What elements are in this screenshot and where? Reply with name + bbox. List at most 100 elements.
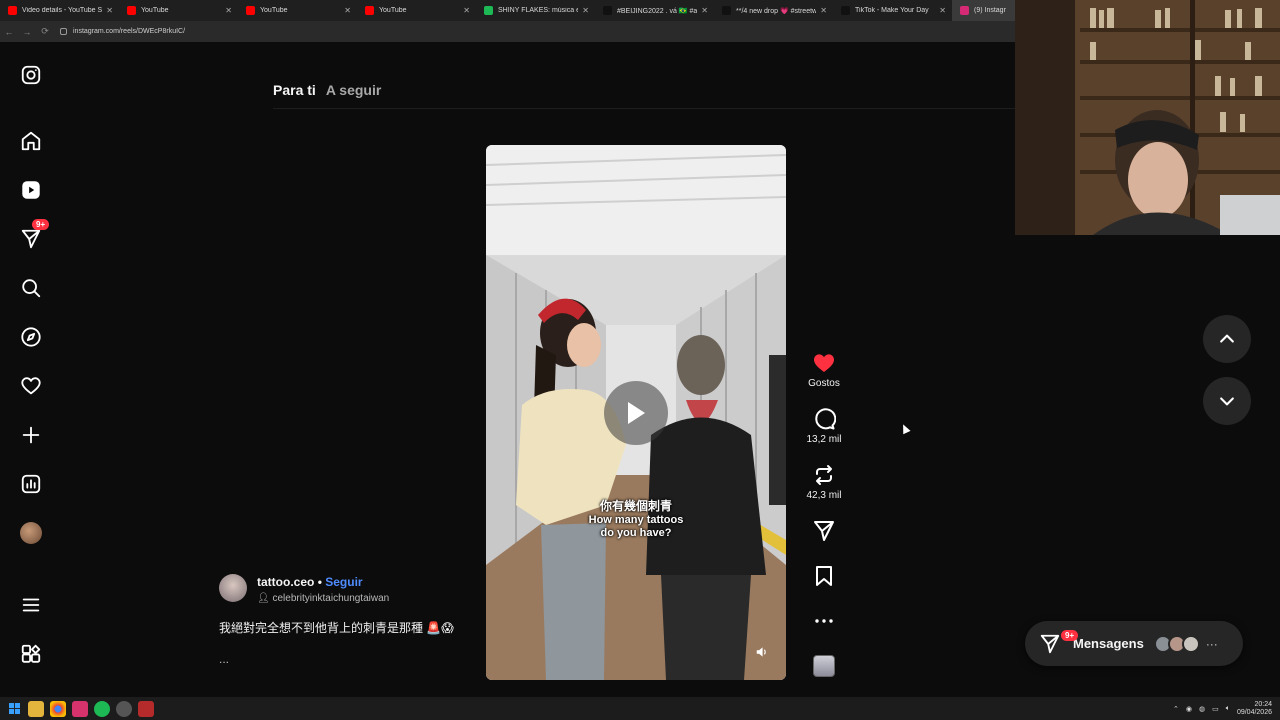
browser-tab[interactable]: #BEIJING2022 . vá 🇧🇷 #annas✕: [595, 0, 714, 21]
close-tab-icon[interactable]: ✕: [582, 6, 589, 15]
browser-tab[interactable]: Video details - YouTube Studio✕: [0, 0, 119, 21]
messages-label: Mensagens: [1073, 636, 1144, 651]
close-tab-icon[interactable]: ✕: [463, 6, 470, 15]
reels-icon[interactable]: [19, 178, 43, 202]
repost-button[interactable]: 42,3 mil: [800, 463, 848, 501]
clock-time: 20:24: [1254, 700, 1272, 708]
close-tab-icon[interactable]: ✕: [820, 6, 827, 15]
system-clock[interactable]: 20:24 09/04/2026: [1237, 701, 1272, 717]
screen: Video details - YouTube Studio✕YouTube✕Y…: [0, 0, 1280, 720]
play-icon: [628, 402, 645, 424]
audio-line[interactable]: 👤︎ celebrityinktaichungtaiwan: [257, 593, 389, 604]
chrome-icon[interactable]: [50, 700, 66, 717]
url-field[interactable]: instagram.com/reels/DWEcP8rkuIC/: [60, 28, 185, 35]
volume-tray-icon[interactable]: 🔈︎: [1226, 705, 1230, 713]
create-plus-icon[interactable]: [19, 423, 43, 447]
tab-title: TikTok - Make Your Day: [855, 7, 929, 14]
messages-pill-badge: 9+: [1061, 630, 1079, 641]
tab-for-you[interactable]: Para ti: [273, 82, 316, 98]
app-icon[interactable]: [72, 700, 88, 717]
author-avatar[interactable]: [219, 574, 247, 602]
messages-badge: 9+: [32, 219, 50, 230]
reel-video[interactable]: 你有幾個刺青 How many tattoos do you have?: [486, 145, 786, 680]
profile-avatar[interactable]: [19, 521, 43, 545]
tab-favicon-icon: [127, 6, 136, 15]
subtitle-chinese: 你有幾個刺青: [599, 499, 672, 513]
author-username[interactable]: tattoo.ceo: [257, 575, 314, 589]
volume-button[interactable]: [752, 642, 772, 662]
save-button[interactable]: [800, 564, 848, 588]
windows-start-icon[interactable]: [6, 701, 22, 717]
message-avatars: [1153, 634, 1200, 653]
close-tab-icon[interactable]: ✕: [344, 6, 351, 15]
person-icon: 👤︎: [257, 593, 270, 604]
tray-app-icon[interactable]: ◍: [1199, 705, 1205, 713]
site-info-icon[interactable]: [60, 28, 67, 35]
tray-app-icon[interactable]: ◉: [1186, 705, 1192, 713]
play-button[interactable]: [604, 381, 668, 445]
instagram-sidebar: 9+: [0, 42, 64, 697]
tab-favicon-icon: [246, 6, 255, 15]
mouse-cursor: [899, 422, 911, 435]
previous-reel-button[interactable]: [1203, 315, 1251, 363]
browser-tab[interactable]: YouTube ✕: [357, 0, 476, 21]
windows-taskbar: ⌃ ◉ ◍ ▭ 🔈︎ 20:24 09/04/2026: [0, 697, 1280, 720]
tab-title: Video details - YouTube Studio: [22, 7, 103, 14]
browser-tab[interactable]: **/4 new drop 💗 #streetwear✕: [714, 0, 833, 21]
follow-button[interactable]: Seguir: [325, 575, 362, 589]
spotify-icon[interactable]: [94, 700, 110, 717]
messages-icon[interactable]: 9+: [19, 219, 50, 251]
close-tab-icon[interactable]: ✕: [225, 6, 232, 15]
also-from-meta-icon[interactable]: [19, 642, 43, 666]
notifications-heart-icon[interactable]: [19, 374, 43, 398]
url-text: instagram.com/reels/DWEcP8rkuIC/: [73, 28, 186, 35]
home-icon[interactable]: [19, 129, 43, 153]
browser-tab[interactable]: TikTok - Make Your Day ✕: [833, 0, 952, 21]
browser-tab[interactable]: YouTube ✕: [119, 0, 238, 21]
explore-icon[interactable]: [19, 325, 43, 349]
browser-tab[interactable]: YouTube ✕: [238, 0, 357, 21]
close-tab-icon[interactable]: ✕: [939, 6, 946, 15]
subtitle-english: How many tattoos do you have?: [486, 514, 786, 540]
more-options-button[interactable]: [800, 609, 848, 633]
system-tray: ⌃ ◉ ◍ ▭ 🔈︎ 20:24 09/04/2026: [1173, 697, 1272, 720]
audio-thumbnail-button[interactable]: [800, 655, 848, 677]
menu-icon[interactable]: [19, 593, 43, 617]
reload-icon[interactable]: ⟳: [36, 23, 54, 41]
caption-more-button[interactable]: ...: [219, 652, 229, 666]
next-reel-button[interactable]: [1203, 377, 1251, 425]
browser-tab[interactable]: SHINY FLAKES: música e letra d✕: [476, 0, 595, 21]
subtitle-english-line1: How many tattoos: [588, 514, 684, 526]
github-icon[interactable]: [116, 700, 132, 717]
instagram-logo-icon[interactable]: [19, 63, 43, 87]
audio-name: celebrityinktaichungtaiwan: [272, 593, 390, 604]
tab-title: #BEIJING2022 . vá 🇧🇷 #annas: [617, 7, 698, 15]
dashboard-icon[interactable]: [19, 472, 43, 496]
tab-title: **/4 new drop 💗 #streetwear: [736, 7, 817, 15]
tab-favicon-icon: [484, 6, 493, 15]
liked-heart-icon: [814, 354, 834, 372]
forward-icon[interactable]: →: [18, 23, 36, 41]
header-divider: [273, 108, 1015, 109]
search-icon[interactable]: [19, 276, 43, 300]
close-tab-icon[interactable]: ✕: [701, 6, 708, 15]
bookmark-icon: [816, 566, 832, 586]
network-icon[interactable]: ▭: [1212, 705, 1219, 713]
davinci-icon[interactable]: [138, 700, 154, 717]
comment-button[interactable]: 13,2 mil: [800, 407, 848, 445]
audio-thumbnail: [813, 655, 835, 677]
author-line: tattoo.ceo • Seguir: [257, 575, 363, 589]
close-tab-icon[interactable]: ✕: [106, 6, 113, 15]
chevron-up-icon: [1220, 334, 1234, 343]
like-button[interactable]: Gostos: [800, 351, 848, 389]
tray-chevron-icon[interactable]: ⌃: [1173, 705, 1179, 713]
messages-pill[interactable]: 9+ Mensagens ···: [1025, 621, 1243, 666]
back-icon[interactable]: ←: [0, 23, 18, 41]
comments-count: 13,2 mil: [806, 434, 842, 445]
tab-following[interactable]: A seguir: [326, 82, 382, 98]
share-button[interactable]: [800, 519, 848, 543]
file-explorer-icon[interactable]: [28, 700, 44, 717]
messages-more-dots[interactable]: ···: [1206, 637, 1218, 651]
subtitle-english-line2: do you have?: [600, 527, 672, 539]
reel-caption: 我絕對完全想不到他背上的刺青是那種 🚨😱: [219, 621, 454, 635]
